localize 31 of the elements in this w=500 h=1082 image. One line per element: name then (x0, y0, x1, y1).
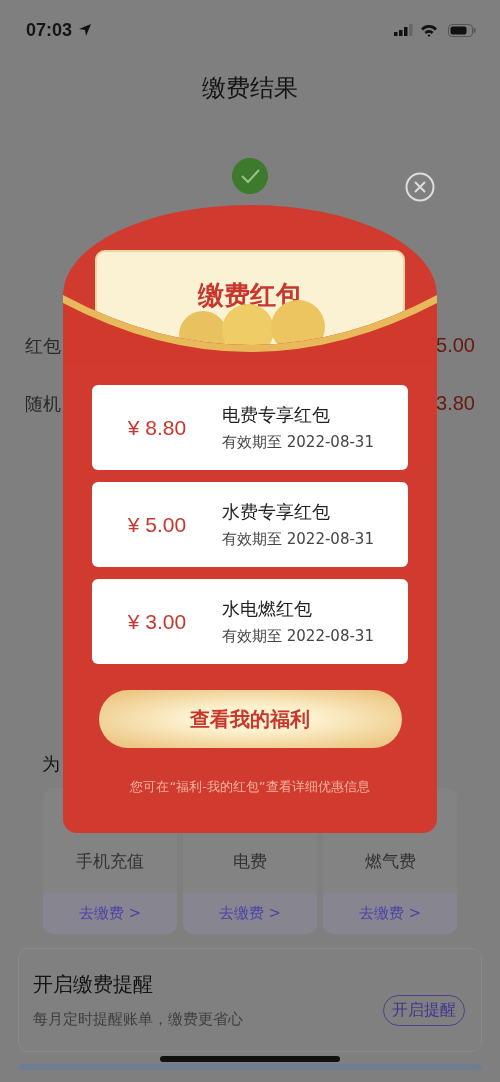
coupon-name: 电费专享红包 (222, 403, 331, 427)
location-arrow-icon (78, 23, 93, 37)
pay-link[interactable]: 去缴费 > (323, 893, 457, 934)
wifi-icon (420, 23, 438, 37)
page-title: 缴费结果 (201, 73, 299, 104)
coupon-expiry: 有效期至 2022-08-31 (222, 433, 374, 452)
service-name: 手机充值 (76, 850, 144, 873)
success-check-icon (232, 158, 268, 194)
result-value: 5.00 (436, 334, 475, 356)
result-value: 3.80 (436, 392, 475, 414)
coupon-amount: ¥ 8.80 (126, 415, 188, 440)
reminder-subtitle: 每月定时提醒账单，缴费更省心 (33, 1010, 244, 1029)
result-label: 随机 (25, 392, 61, 414)
service-name: 电费 (233, 850, 267, 873)
close-icon[interactable] (405, 172, 435, 202)
status-time: 07:03 (26, 19, 73, 41)
section-label: 为 (42, 752, 61, 774)
coupon-name: 水费专享红包 (222, 500, 331, 524)
coupon-amount: ¥ 3.00 (126, 609, 188, 634)
battery-icon (448, 23, 476, 37)
pay-link[interactable]: 去缴费 > (183, 893, 317, 934)
result-label: 红包 (25, 334, 61, 356)
coupon-name: 水电燃红包 (222, 597, 313, 621)
pay-link[interactable]: 去缴费 > (43, 893, 177, 934)
service-name: 燃气费 (364, 850, 416, 873)
coupon-expiry: 有效期至 2022-08-31 (222, 530, 374, 549)
coupon-expiry: 有效期至 2022-08-31 (222, 627, 374, 646)
reminder-title: 开启缴费提醒 (33, 971, 154, 998)
coupon-amount: ¥ 5.00 (126, 512, 188, 537)
signal-icon (394, 24, 414, 36)
view-benefits-button[interactable]: 查看我的福利 (98, 690, 402, 748)
